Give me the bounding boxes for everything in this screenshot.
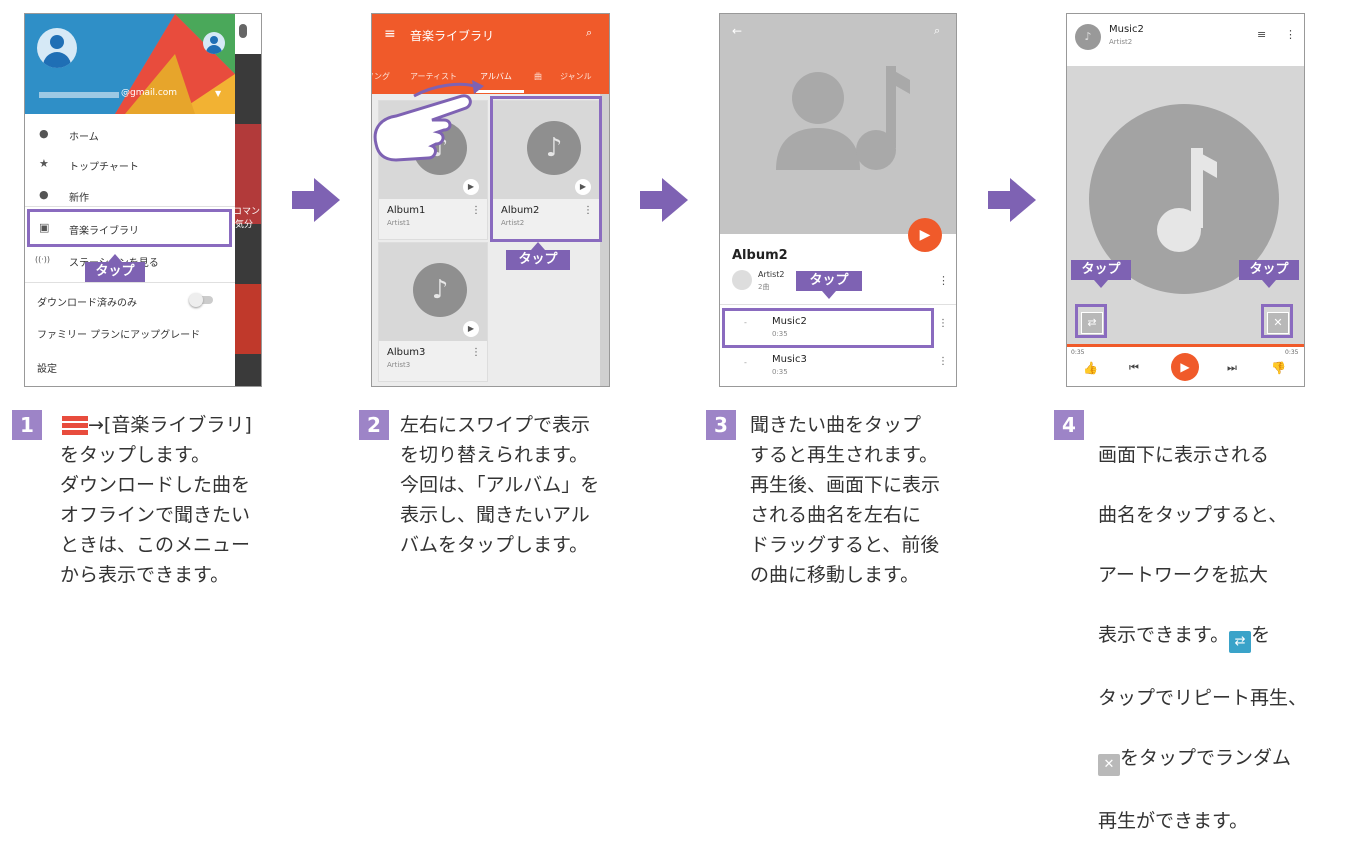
highlight-shuffle <box>1261 304 1293 338</box>
next-icon[interactable]: ⏭ <box>1227 361 1237 375</box>
artist-placeholder-icon <box>776 66 910 170</box>
more-icon[interactable]: ⋮ <box>938 274 949 287</box>
tab-genres[interactable]: 曲 <box>534 71 542 82</box>
menu-item-home[interactable]: ● ホーム <box>25 120 235 150</box>
new-icon: ● <box>39 188 49 201</box>
album-title: Album2 <box>732 248 788 263</box>
play-button[interactable]: ▶ <box>1171 353 1199 381</box>
nav-drawer: @gmail.com ▼ ● ホーム ★ トップチャート ● 新作 ▣ 音楽ライ… <box>25 14 235 386</box>
thumbs-down-icon[interactable]: 👎 <box>1271 361 1286 375</box>
artist-avatar <box>732 270 752 290</box>
settings-item[interactable]: 設定 <box>37 360 57 375</box>
upgrade-family-plan[interactable]: ファミリー プランにアップグレード <box>37 326 200 341</box>
step-number-3: 3 <box>706 410 736 440</box>
tap-label-4-left: タップ <box>1071 260 1131 288</box>
play-icon[interactable]: ▶ <box>463 179 479 195</box>
step-3-text: 聞きたい曲をタップ すると再生されます。 再生後、画面下に表示 される曲名を左右… <box>750 414 941 586</box>
screen-1-nav-drawer: コマン 気分 @gmail.com ▼ ● ホーム ★ トップチャート ● 新作… <box>24 13 262 387</box>
swipe-hand-icon <box>373 80 484 162</box>
search-icon[interactable]: ⌕ <box>586 26 592 40</box>
tap-label-3: タップ <box>796 271 862 299</box>
menu-item-top-charts[interactable]: ★ トップチャート <box>25 150 235 180</box>
thumbs-up-icon[interactable]: 👍 <box>1083 361 1098 375</box>
step-number-2: 2 <box>359 410 389 440</box>
step-1-text: →[音楽ライブラリ] をタップします。 ダウンロードした曲を オフラインで聞きた… <box>60 414 252 586</box>
play-fab[interactable]: ▶ <box>908 218 942 252</box>
song-row[interactable]: - Music3 0:35 ⋮ <box>720 348 956 384</box>
screen-4-now-playing: ♪ Music2 Artist2 ≡ ⋮ ⇄ ✕ タップ タップ 0:35 0:… <box>1066 13 1305 387</box>
download-only-toggle[interactable] <box>189 293 213 307</box>
step-number-1: 1 <box>12 410 42 440</box>
tap-label-2: タップ <box>506 242 570 270</box>
step-2-text: 左右にスワイプで表示 を切り替えられます。 今回は、「アルバム」を 表示し、聞き… <box>400 414 600 556</box>
tap-label-4-right: タップ <box>1239 260 1299 288</box>
album-art: ← ⌕ <box>720 14 956 234</box>
tab-genre[interactable]: ジャンル <box>560 71 592 82</box>
more-icon[interactable]: ⋮ <box>471 205 481 216</box>
download-only-label: ダウンロード済みのみ <box>37 298 137 309</box>
highlight-album2 <box>490 96 602 242</box>
screen-3-album-detail: ← ⌕ ▶ Album2 Artist2 2曲 ⋮ - Music2 0:35 … <box>719 13 957 387</box>
music-note-icon: ♪ <box>413 263 467 317</box>
now-playing-header: ♪ Music2 Artist2 ≡ ⋮ <box>1067 14 1304 66</box>
star-icon: ★ <box>39 157 49 170</box>
music-note-icon <box>1157 148 1217 252</box>
background-app: コマン 気分 <box>233 14 261 386</box>
more-icon[interactable]: ⋮ <box>1285 28 1296 41</box>
repeat-icon: ⇄ <box>1229 631 1252 653</box>
more-icon[interactable]: ⋮ <box>471 347 481 358</box>
tap-label-1: タップ <box>85 254 145 282</box>
avatar[interactable] <box>37 28 77 68</box>
highlight-repeat <box>1075 304 1107 338</box>
previous-icon[interactable]: ⏮ <box>1129 361 1139 375</box>
album-card[interactable]: ♪ ▶ Album3 Artist3 ⋮ <box>378 242 488 382</box>
more-icon[interactable]: ⋮ <box>938 356 948 367</box>
back-icon[interactable]: ← <box>732 24 742 38</box>
home-icon: ● <box>39 127 49 140</box>
shuffle-icon: ✕ <box>1098 754 1120 776</box>
queue-icon[interactable]: ≡ <box>1257 28 1266 41</box>
more-icon[interactable]: ⋮ <box>938 318 948 329</box>
search-icon[interactable]: ⌕ <box>934 24 940 38</box>
radio-icon: ((·)) <box>35 255 51 264</box>
account-email <box>39 92 119 98</box>
avatar-small[interactable] <box>203 32 225 54</box>
artwork: ⇄ ✕ <box>1067 66 1304 344</box>
player-controls: 0:35 0:35 👍 ⏮ ▶ ⏭ 👎 <box>1067 347 1304 386</box>
mic-icon <box>239 24 247 38</box>
highlight-music2 <box>722 308 934 348</box>
highlight-music-library <box>27 209 232 247</box>
menu-icon[interactable]: ≡ <box>384 26 396 42</box>
account-dropdown-icon[interactable]: ▼ <box>215 89 221 98</box>
step-4-text: 画面下に表示される 曲名をタップすると、 アートワークを拡大 表示できます。 ⇄ を… <box>1098 444 1308 832</box>
play-icon[interactable]: ▶ <box>463 321 479 337</box>
song-thumbnail: ♪ <box>1075 24 1101 50</box>
step-number-4: 4 <box>1054 410 1084 440</box>
screen-2-music-library: ≡ 音楽ライブラリ ⌕ ソング アーティスト アルバム 曲 ジャンル ♪ ▶ A… <box>371 13 610 387</box>
